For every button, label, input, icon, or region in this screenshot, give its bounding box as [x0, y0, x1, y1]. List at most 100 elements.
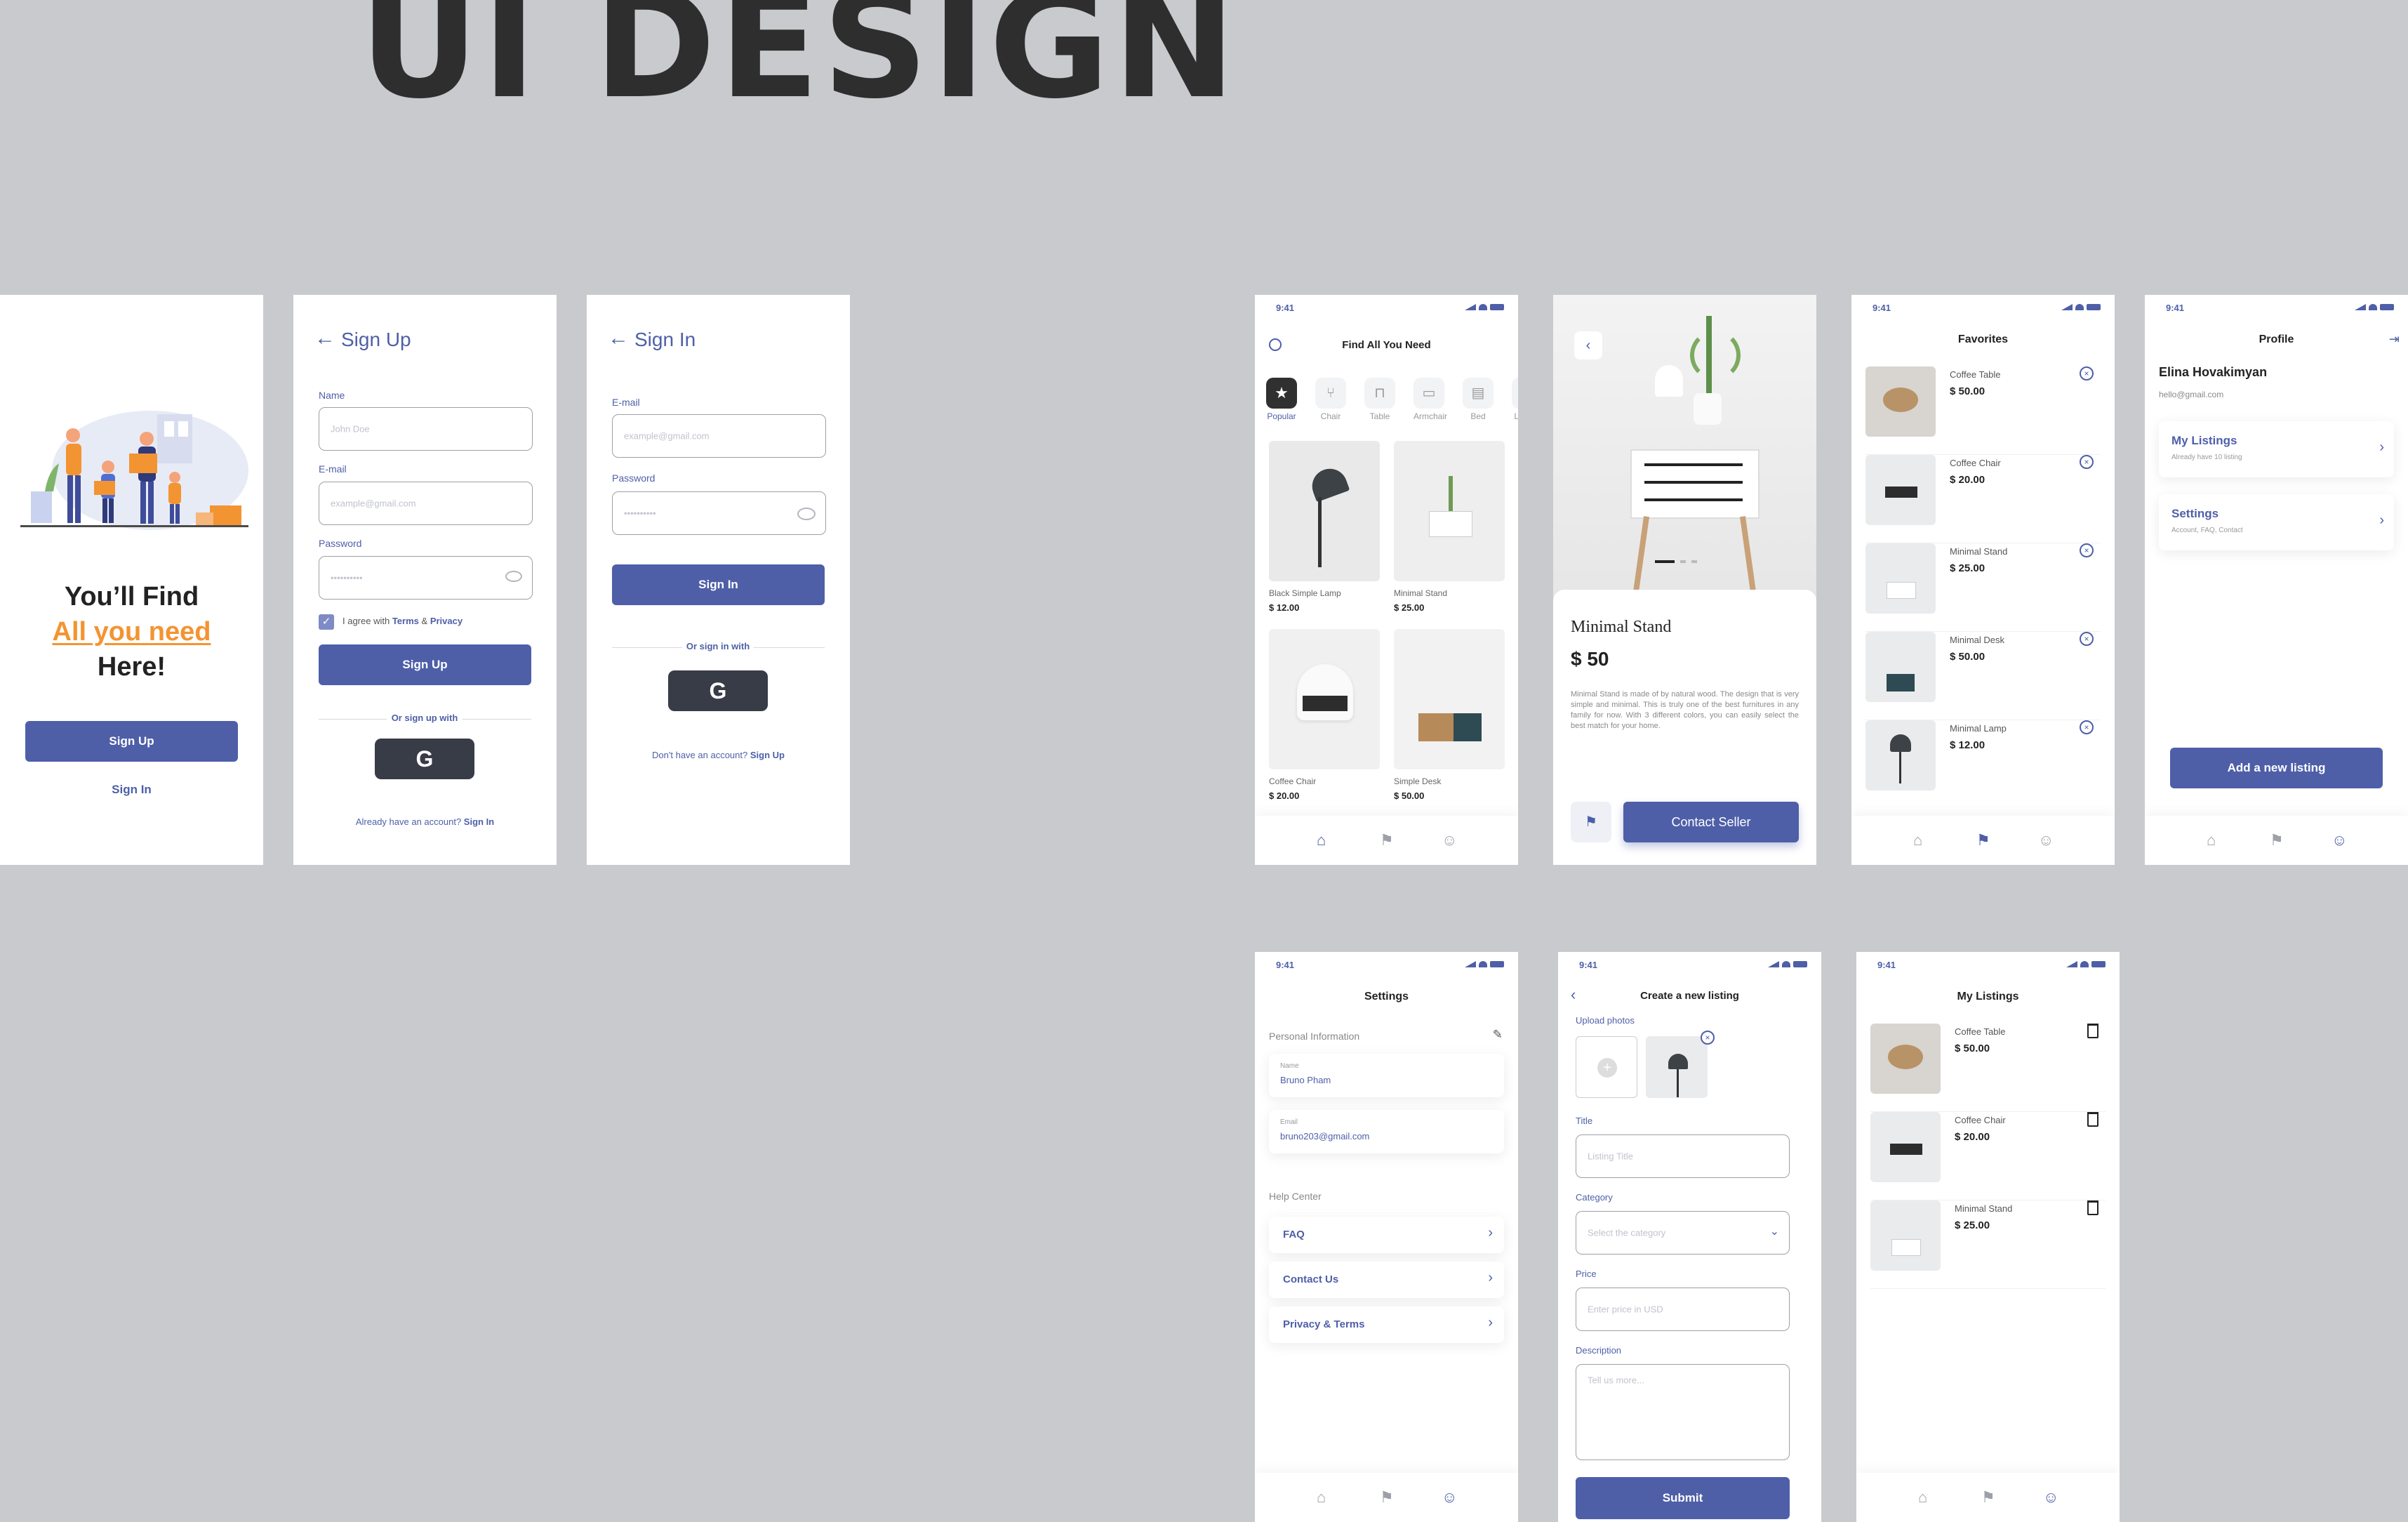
- item-label: FAQ: [1283, 1229, 1305, 1240]
- bookmark-icon[interactable]: ⚑: [1981, 1488, 1995, 1507]
- list-item[interactable]: Minimal Lamp $ 12.00 ×: [1865, 720, 2101, 808]
- back-arrow-icon[interactable]: ←: [608, 326, 629, 350]
- list-item[interactable]: Coffee Chair $ 20.00: [1870, 1112, 2106, 1200]
- back-arrow-icon[interactable]: ←: [314, 326, 335, 350]
- wifi-icon: [1479, 961, 1487, 967]
- bookmark-icon[interactable]: ⚑: [1380, 831, 1394, 849]
- name-field[interactable]: Name Bruno Pham: [1269, 1054, 1504, 1097]
- trash-icon[interactable]: [2087, 1200, 2098, 1215]
- status-time: 9:41: [1579, 960, 1598, 970]
- status-time: 9:41: [1877, 960, 1896, 970]
- item-price: $ 20.00: [1955, 1131, 1990, 1143]
- email-input[interactable]: example@gmail.com: [612, 414, 826, 458]
- description-textarea[interactable]: Tell us more...: [1576, 1364, 1790, 1460]
- user-icon[interactable]: ☺: [2038, 831, 2054, 849]
- category-label: Popular: [1267, 411, 1296, 421]
- contact-seller-button[interactable]: Contact Seller: [1623, 802, 1799, 842]
- name-placeholder: John Doe: [331, 423, 370, 435]
- home-icon[interactable]: ⌂: [1918, 1488, 1927, 1507]
- home-icon[interactable]: ⌂: [2207, 831, 2216, 849]
- trash-icon[interactable]: [2087, 1024, 2098, 1038]
- bookmark-button[interactable]: ⚑: [1571, 802, 1611, 842]
- eye-icon[interactable]: [505, 571, 522, 582]
- privacy-link[interactable]: Privacy: [430, 616, 463, 626]
- add-listing-button[interactable]: Add a new listing: [2170, 748, 2383, 788]
- price-input[interactable]: Enter price in USD: [1576, 1288, 1790, 1331]
- item-label: Contact Us: [1283, 1273, 1339, 1285]
- name-input[interactable]: John Doe: [319, 407, 533, 451]
- title-input[interactable]: Listing Title: [1576, 1134, 1790, 1178]
- list-item[interactable]: Coffee Table $ 50.00: [1870, 1024, 2106, 1112]
- list-item[interactable]: Minimal Stand $ 25.00 ×: [1865, 543, 2101, 632]
- product-name: Simple Desk: [1394, 776, 1442, 786]
- eye-off-icon[interactable]: [797, 508, 816, 520]
- home-icon[interactable]: ⌂: [1317, 1488, 1326, 1507]
- faq-item[interactable]: FAQ ›: [1269, 1217, 1504, 1253]
- logout-icon[interactable]: ⇥: [2389, 332, 2400, 347]
- signin-submit-button[interactable]: Sign In: [612, 564, 825, 605]
- minimal-stand-photo: [1865, 543, 1936, 614]
- category-bed[interactable]: ▤ Bed: [1463, 378, 1494, 421]
- category-select[interactable]: Select the category ⌄: [1576, 1211, 1790, 1255]
- remove-icon[interactable]: ×: [2080, 366, 2094, 380]
- remove-photo-icon[interactable]: ×: [1701, 1031, 1715, 1045]
- terms-checkbox[interactable]: ✓: [319, 614, 334, 630]
- table-icon: ⊓: [1364, 378, 1395, 409]
- contact-item[interactable]: Contact Us ›: [1269, 1262, 1504, 1298]
- user-icon[interactable]: ☺: [2331, 831, 2347, 849]
- category-popular[interactable]: ★ Popular: [1266, 378, 1297, 421]
- field-value: Bruno Pham: [1280, 1075, 1331, 1085]
- home-icon[interactable]: ⌂: [1317, 831, 1326, 849]
- signup-button[interactable]: Sign Up: [25, 721, 238, 762]
- product-card[interactable]: Coffee Chair $ 20.00: [1269, 629, 1380, 801]
- back-button[interactable]: ‹: [1574, 331, 1602, 359]
- email-label: E-mail: [612, 397, 640, 408]
- user-icon[interactable]: ☺: [2043, 1488, 2058, 1507]
- product-card[interactable]: Minimal Stand $ 25.00: [1394, 441, 1505, 613]
- signin-link[interactable]: Sign In: [0, 783, 263, 797]
- my-listings-card[interactable]: My Listings Already have 10 listing ›: [2159, 421, 2394, 477]
- trash-icon[interactable]: [2087, 1112, 2098, 1127]
- footer-signup-link[interactable]: Sign Up: [750, 750, 785, 760]
- terms-link[interactable]: Terms: [392, 616, 419, 626]
- list-item[interactable]: Minimal Desk $ 50.00 ×: [1865, 632, 2101, 720]
- user-icon[interactable]: ☺: [1442, 1488, 1457, 1507]
- remove-icon[interactable]: ×: [2080, 455, 2094, 469]
- signup-submit-button[interactable]: Sign Up: [319, 644, 531, 685]
- list-item[interactable]: Coffee Chair $ 20.00 ×: [1865, 455, 2101, 543]
- home-icon[interactable]: ⌂: [1913, 831, 1922, 849]
- remove-icon[interactable]: ×: [2080, 543, 2094, 557]
- password-input[interactable]: ••••••••••: [319, 556, 533, 600]
- status-time: 9:41: [1872, 303, 1891, 313]
- privacy-item[interactable]: Privacy & Terms ›: [1269, 1306, 1504, 1343]
- category-chair[interactable]: ⑂ Chair: [1315, 378, 1346, 421]
- bookmark-icon[interactable]: ⚑: [1976, 831, 1990, 849]
- user-icon[interactable]: ☺: [1442, 831, 1457, 849]
- email-input[interactable]: example@gmail.com: [319, 482, 533, 525]
- category-armchair[interactable]: ▭ Armchair: [1413, 378, 1447, 421]
- add-photo-button[interactable]: +: [1576, 1036, 1637, 1098]
- image-pager[interactable]: [1655, 560, 1697, 563]
- product-card[interactable]: Simple Desk $ 50.00: [1394, 629, 1505, 801]
- product-card[interactable]: Black Simple Lamp $ 12.00: [1269, 441, 1380, 613]
- list-item[interactable]: Coffee Table $ 50.00 ×: [1865, 366, 2101, 455]
- email-field[interactable]: Email bruno203@gmail.com: [1269, 1110, 1504, 1153]
- google-signin-button[interactable]: G: [668, 670, 768, 711]
- category-lamp[interactable]: La: [1512, 378, 1518, 421]
- password-input[interactable]: ••••••••••: [612, 491, 826, 535]
- settings-card[interactable]: Settings Account, FAQ, Contact ›: [2159, 494, 2394, 550]
- minimal-desk-photo: [1865, 632, 1936, 702]
- remove-icon[interactable]: ×: [2080, 720, 2094, 734]
- price-placeholder: Enter price in USD: [1588, 1304, 1663, 1315]
- list-item[interactable]: Minimal Stand $ 25.00: [1870, 1200, 2106, 1289]
- remove-icon[interactable]: ×: [2080, 632, 2094, 646]
- edit-pencil-icon[interactable]: ✎: [1493, 1028, 1503, 1042]
- bookmark-icon[interactable]: ⚑: [2270, 831, 2284, 849]
- submit-button[interactable]: Submit: [1576, 1477, 1790, 1519]
- google-signup-button[interactable]: G: [375, 739, 474, 779]
- footer-signin-link[interactable]: Sign In: [464, 816, 494, 827]
- chevron-down-icon: ⌄: [1769, 1226, 1779, 1238]
- product-price: $ 50: [1571, 648, 1609, 670]
- category-table[interactable]: ⊓ Table: [1364, 378, 1395, 421]
- bookmark-icon[interactable]: ⚑: [1380, 1488, 1394, 1507]
